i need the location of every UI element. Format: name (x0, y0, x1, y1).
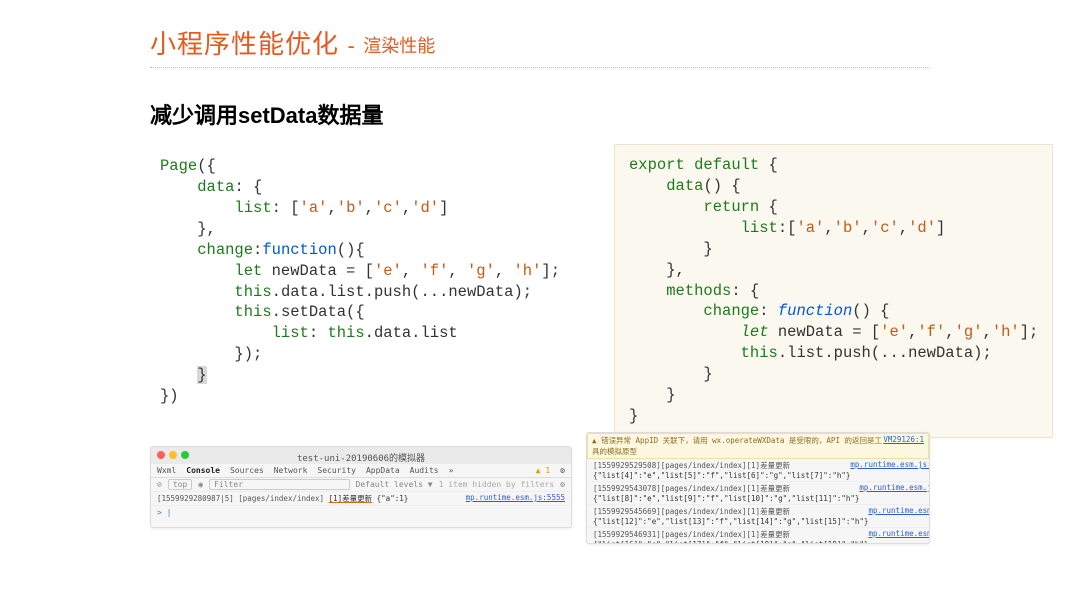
tab-security[interactable]: Security (317, 466, 356, 475)
close-icon[interactable] (157, 451, 165, 459)
tab-audits[interactable]: Audits (410, 466, 439, 475)
log-line: [1559929280987|5] [pages/index/index] [1… (151, 492, 571, 506)
filter-input[interactable]: Filter (209, 479, 349, 490)
log-diff-label: [1]差量更新 (329, 494, 373, 503)
console-row: test-uni-20190606的模拟器 Wxml Console Sourc… (150, 446, 930, 528)
devtools-console-left: test-uni-20190606的模拟器 Wxml Console Sourc… (150, 446, 572, 528)
console-warning: ▲ 错误异常 AppID 关联下，请用 wx.operateWXData 是受限… (587, 433, 929, 459)
title-main: 小程序性能优化 (150, 29, 339, 59)
log-sourcefile-link[interactable]: mp.runtime.esm.js:5555 (859, 483, 930, 503)
code-block-right: export default { data() { return { list:… (614, 144, 1053, 438)
block-icon[interactable]: ⊘ (157, 480, 162, 489)
minimize-icon[interactable] (169, 451, 177, 459)
devtools-tabs[interactable]: Wxml Console Sources Network Security Ap… (151, 464, 571, 478)
hidden-count: 1 item hidden by filters (439, 480, 555, 489)
log-sourcefile-link[interactable]: mp.runtime.esm.js:5555 (466, 493, 565, 504)
slide: 小程序性能优化 - 渲染性能 减少调用setData数据量 Page({ dat… (0, 0, 1080, 528)
levels-select[interactable]: Default levels ▼ (356, 480, 433, 489)
context-select[interactable]: top (168, 479, 192, 490)
log-sourcefile-link[interactable]: mp.runtime.esm.js:5555 (868, 506, 930, 526)
title-separator: - (347, 33, 354, 58)
log-line: [1559929529508][pages/index/index][1]差量更… (587, 459, 929, 482)
title-row: 小程序性能优化 - 渲染性能 (150, 24, 930, 68)
log-sourcefile-link[interactable]: mp.runtime.esm.js:5555 (868, 529, 930, 544)
devtools-console-right: ▲ 错误异常 AppID 关联下，请用 wx.operateWXData 是受限… (586, 432, 930, 544)
title-sub: 渲染性能 (363, 36, 435, 56)
tab-appdata[interactable]: AppData (366, 466, 400, 475)
window-title: test-uni-20190606的模拟器 (151, 451, 571, 464)
warning-badge[interactable]: ▲ 1 (536, 466, 550, 475)
tab-wxml[interactable]: Wxml (157, 466, 176, 475)
eye-icon[interactable]: ◉ (198, 480, 203, 489)
tab-console[interactable]: Console (186, 466, 220, 475)
window-controls[interactable] (151, 447, 195, 459)
tab-more[interactable]: » (449, 466, 454, 475)
gear-icon[interactable]: ⚙ (560, 480, 565, 489)
warning-source-link[interactable]: VM29126:1 (883, 435, 924, 457)
console-filter-row[interactable]: ⊘ top ◉ Filter Default levels ▼ 1 item h… (151, 478, 571, 492)
code-row: Page({ data: { list: ['a','b','c','d'] }… (150, 144, 930, 438)
maximize-icon[interactable] (181, 451, 189, 459)
tab-network[interactable]: Network (274, 466, 308, 475)
log-source: [1559929280987|5] [pages/index/index] (157, 494, 324, 503)
code-block-left: Page({ data: { list: ['a','b','c','d'] }… (150, 144, 600, 419)
warning-text: ▲ 错误异常 AppID 关联下，请用 wx.operateWXData 是受限… (592, 435, 883, 457)
log-object: {"a":1} (377, 494, 409, 503)
log-line: [1559929546931][pages/index/index][1]差量更… (587, 528, 929, 544)
tab-sources[interactable]: Sources (230, 466, 264, 475)
console-prompt[interactable]: > | (151, 506, 571, 519)
settings-icon[interactable]: ⚙ (560, 466, 565, 475)
log-line: [1559929545669][pages/index/index][1]差量更… (587, 505, 929, 528)
log-line: [1559929543078][pages/index/index][1]差量更… (587, 482, 929, 505)
section-heading: 减少调用setData数据量 (150, 98, 930, 130)
log-sourcefile-link[interactable]: mp.runtime.esm.js:5555 (850, 460, 930, 480)
